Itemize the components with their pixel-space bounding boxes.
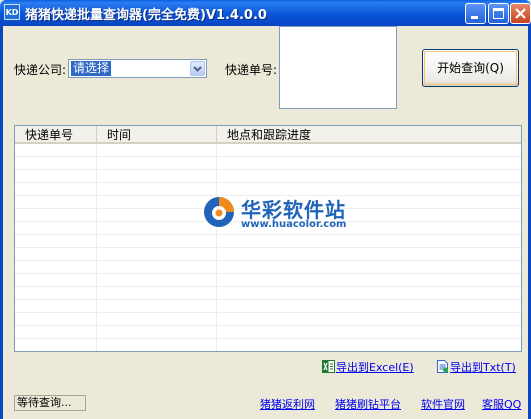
- maximize-button[interactable]: [488, 3, 509, 24]
- footer-link-website[interactable]: 软件官网: [421, 396, 465, 412]
- watermark-url: www.huacolor.com: [241, 219, 347, 230]
- window-frame-left: [0, 26, 3, 419]
- minimize-button[interactable]: [465, 3, 486, 24]
- number-label: 快递单号:: [225, 63, 278, 77]
- maximize-icon: [493, 8, 504, 19]
- close-button[interactable]: [510, 3, 531, 24]
- app-icon[interactable]: KD: [4, 4, 20, 20]
- footer-link-platform[interactable]: 猪猪刷钻平台: [335, 396, 401, 412]
- export-txt-link[interactable]: 导出到Txt(T): [450, 359, 516, 375]
- window-title: 猪猪快递批量查询器(完全免费)V1.4.0.0: [25, 8, 267, 23]
- chevron-down-icon: [193, 66, 202, 72]
- column-header-location[interactable]: 地点和跟踪进度: [217, 126, 521, 144]
- title-bar: KD 猪猪快递批量查询器(完全免费)V1.4.0.0: [0, 0, 531, 26]
- footer-link-support-qq[interactable]: 客服QQ: [482, 396, 521, 412]
- column-separator: [96, 144, 97, 351]
- huacolor-logo-icon: [204, 197, 234, 227]
- footer-link-rebate[interactable]: 猪猪返利网: [260, 396, 315, 412]
- column-header-time[interactable]: 时间: [97, 126, 217, 144]
- export-excel-link[interactable]: 导出到Excel(E): [336, 359, 414, 375]
- results-list[interactable]: 快递单号 时间 地点和跟踪进度 华彩软件站 www.huacolor.com: [14, 125, 522, 352]
- watermark: 华彩软件站 www.huacolor.com: [201, 190, 361, 238]
- text-file-icon: [437, 360, 448, 373]
- close-icon: [515, 8, 526, 19]
- list-rows: [15, 144, 521, 351]
- status-text: 等待查询...: [14, 395, 86, 411]
- company-select-value: 请选择: [71, 61, 112, 76]
- start-query-label: 开始查询(Q): [437, 61, 504, 75]
- company-label: 快递公司:: [14, 63, 67, 77]
- column-header-number[interactable]: 快递单号: [15, 126, 97, 144]
- company-select[interactable]: 请选择: [68, 59, 207, 78]
- dropdown-button[interactable]: [190, 61, 205, 76]
- column-separator: [216, 144, 217, 351]
- minimize-icon: [471, 16, 478, 19]
- tracking-numbers-input[interactable]: [279, 26, 397, 109]
- start-query-button[interactable]: 开始查询(Q): [422, 49, 519, 87]
- excel-icon: [322, 360, 335, 373]
